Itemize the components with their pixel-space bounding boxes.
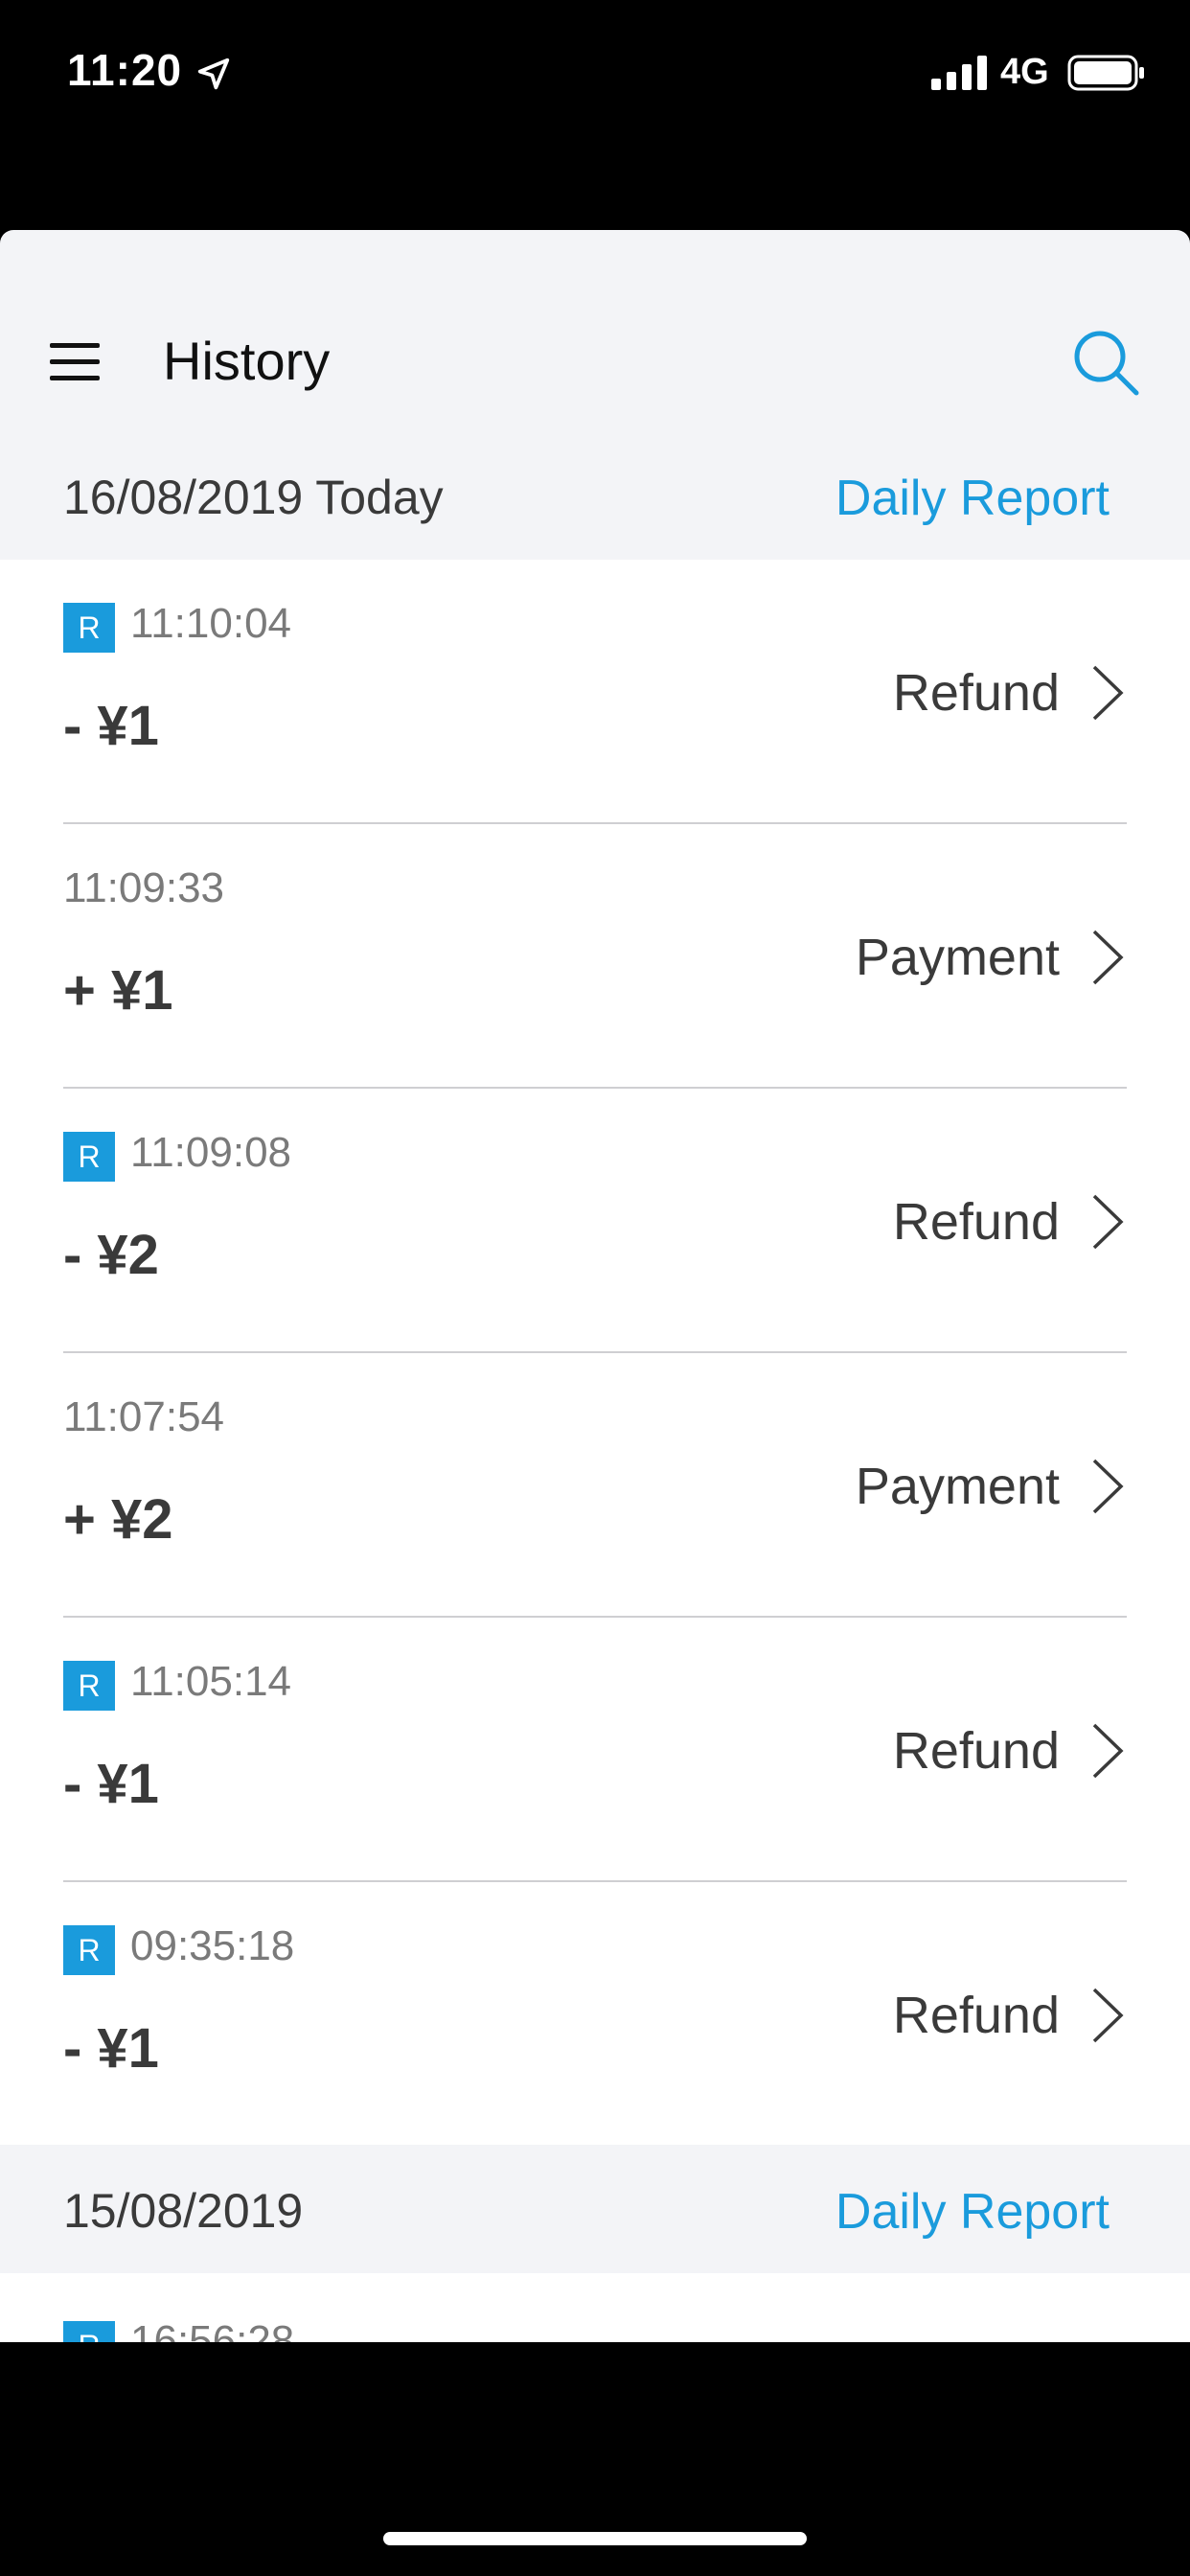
chevron-right-icon [1092,1723,1124,1779]
chevron-right-icon [1092,1194,1124,1250]
transaction-row[interactable]: R 16:56:28 [0,2273,1190,2342]
chevron-right-icon [1092,665,1124,721]
transaction-type: Refund [892,1722,1060,1780]
chevron-right-icon [1092,1988,1124,2043]
transaction-amount: - ¥1 [63,2017,159,2080]
chevron-right-icon [1092,1459,1124,1514]
status-time: 11:20 [67,45,183,95]
transaction-list: R 11:10:04 - ¥1 Refund 11:09:33 + ¥1 Pay… [0,560,1190,2147]
transaction-type: Refund [892,664,1060,722]
transaction-time: 11:09:08 [130,1129,292,1176]
transaction-time: 16:56:28 [130,2317,295,2342]
page-title: History [163,331,331,391]
battery-icon [1067,55,1144,91]
location-arrow-icon [197,58,230,90]
date-label: 16/08/2019 Today [63,471,444,524]
transaction-time: 09:35:18 [130,1922,295,1969]
transaction-row[interactable]: 11:09:33 + ¥1 Payment [0,824,1190,1089]
phone-screen: 11:20 4G History 16/08/2019 Today Daily … [0,0,1190,2576]
date-label: 15/08/2019 [63,2184,304,2238]
transaction-row[interactable]: R 11:10:04 - ¥1 Refund [0,560,1190,824]
transaction-type: Payment [855,1458,1060,1515]
transaction-row[interactable]: R 11:05:14 - ¥1 Refund [0,1618,1190,1882]
transaction-amount: - ¥1 [63,695,159,757]
nav-bar: History [0,230,1190,412]
home-indicator[interactable] [383,2532,807,2545]
daily-report-link[interactable]: Daily Report [835,470,1110,527]
refund-badge: R [63,1132,115,1182]
signal-icon [931,56,987,90]
chevron-right-icon [1092,930,1124,985]
refund-badge: R [63,2321,115,2342]
refund-badge: R [63,603,115,653]
refund-badge: R [63,1925,115,1975]
transaction-type: Refund [892,1987,1060,2044]
transaction-time: 11:10:04 [130,600,292,647]
transaction-amount: - ¥1 [63,1753,159,1815]
network-label: 4G [1000,52,1049,92]
transaction-amount: + ¥2 [63,1488,173,1551]
history-sheet: History 16/08/2019 Today Daily Report R … [0,230,1190,2342]
transaction-type: Refund [892,1193,1060,1251]
date-header-today: 16/08/2019 Today Daily Report [0,431,1190,560]
transaction-amount: + ¥1 [63,959,173,1022]
daily-report-link[interactable]: Daily Report [835,2183,1110,2241]
status-bar: 11:20 4G [0,0,1190,144]
transaction-time: 11:07:54 [63,1393,225,1440]
hamburger-menu-icon[interactable] [50,343,100,381]
transaction-row[interactable]: R 11:09:08 - ¥2 Refund [0,1089,1190,1353]
transaction-row[interactable]: 11:07:54 + ¥2 Payment [0,1353,1190,1618]
date-header-previous: 15/08/2019 Daily Report [0,2145,1190,2273]
transaction-row[interactable]: R 09:35:18 - ¥1 Refund [0,1882,1190,2147]
refund-badge: R [63,1661,115,1711]
transaction-time: 11:09:33 [63,864,225,911]
transaction-type: Payment [855,929,1060,986]
transaction-time: 11:05:14 [130,1658,292,1705]
transaction-amount: - ¥2 [63,1224,159,1286]
search-icon[interactable] [1071,328,1140,397]
